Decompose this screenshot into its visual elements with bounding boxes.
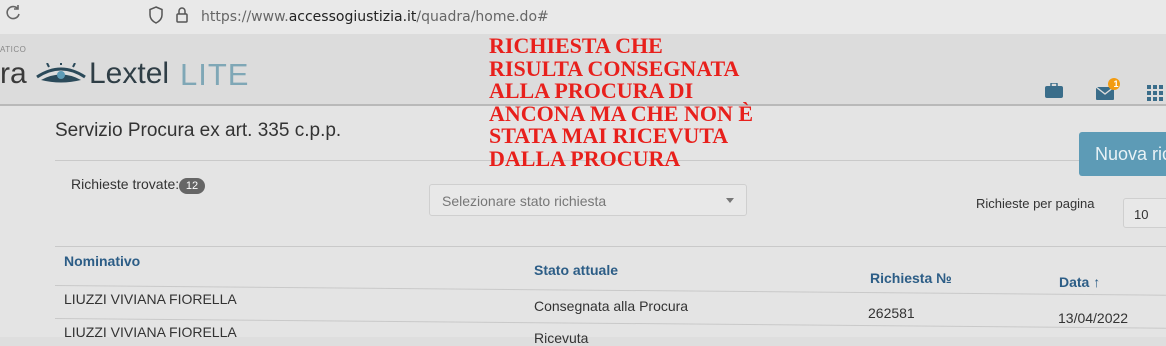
apps-grid-icon[interactable] — [1146, 84, 1166, 104]
row-1-nominativo: LIUZZI VIVIANA FIORELLA — [64, 291, 237, 307]
page-title: Servizio Procura ex art. 335 c.p.p. — [55, 120, 342, 141]
annotation-line: ALLA PROCURA DI — [489, 78, 694, 104]
annotation-line: DALLA PROCURA — [489, 145, 681, 171]
row-2-stato: Ricevuta — [534, 330, 589, 346]
annotation-line: STATA MAI RICEVUTA — [489, 123, 729, 149]
annotation-line: ANCONA MA CHE NON È — [489, 100, 754, 126]
row-1-stato: Consegnata alla Procura — [534, 298, 689, 314]
notification-badge: 1 — [1113, 79, 1119, 89]
status-filter-select[interactable]: Selezionare stato richiesta — [429, 184, 747, 216]
row-1-richiesta: 262581 — [868, 305, 915, 321]
column-header-nominativo[interactable]: Nominativo — [64, 253, 140, 269]
annotation-line: RICHIESTA CHE — [489, 33, 663, 58]
url-prefix: https://www. — [201, 9, 289, 25]
url-path: /quadra/home.do# — [416, 9, 549, 25]
column-header-data[interactable]: Data ↑ — [1059, 274, 1100, 290]
row-2-nominativo: LIUZZI VIVIANA FIORELLA — [64, 324, 237, 340]
url-host: accessogiustizia.it — [288, 9, 417, 25]
found-label: Richieste trovate: — [71, 176, 180, 192]
sort-arrow-icon: ↑ — [1093, 274, 1101, 290]
annotation-line: RISULTA CONSEGNATA — [489, 55, 740, 81]
brand-fragment: ra — [0, 57, 27, 90]
chevron-down-icon — [726, 198, 734, 203]
per-page-select[interactable]: 10 — [1123, 198, 1166, 228]
found-count-badge: 12 — [179, 178, 205, 194]
table-top-border — [55, 246, 1166, 247]
address-bar[interactable]: https://www.accessogiustizia.it/quadra/h… — [201, 9, 549, 25]
tagline-fragment: ATICO — [0, 45, 27, 54]
shield-icon[interactable] — [148, 6, 164, 24]
annotation-overlay: RICHIESTA CHE RISULTA CONSEGNATA ALLA PR… — [489, 33, 789, 171]
column-header-stato[interactable]: Stato attuale — [534, 262, 618, 278]
per-page-value: 10 — [1134, 207, 1149, 222]
new-request-button[interactable]: Nuova ric — [1079, 132, 1166, 176]
column-header-richiesta[interactable]: Richiesta № — [870, 270, 952, 286]
lock-icon[interactable] — [175, 6, 189, 24]
brand-name: Lextel — [89, 57, 170, 90]
browser-toolbar: https://www.accessogiustizia.it/quadra/h… — [0, 0, 1166, 34]
lextel-logo-icon — [36, 63, 86, 83]
status-filter-placeholder: Selezionare stato richiesta — [442, 193, 607, 209]
row-1-data: 13/04/2022 — [1058, 310, 1129, 326]
brand-suffix: LITE — [180, 57, 250, 92]
per-page-label: Richieste per pagina — [976, 196, 1095, 211]
briefcase-icon[interactable] — [1044, 83, 1064, 99]
reload-icon[interactable] — [4, 3, 22, 21]
column-header-data-label: Data — [1059, 274, 1090, 290]
